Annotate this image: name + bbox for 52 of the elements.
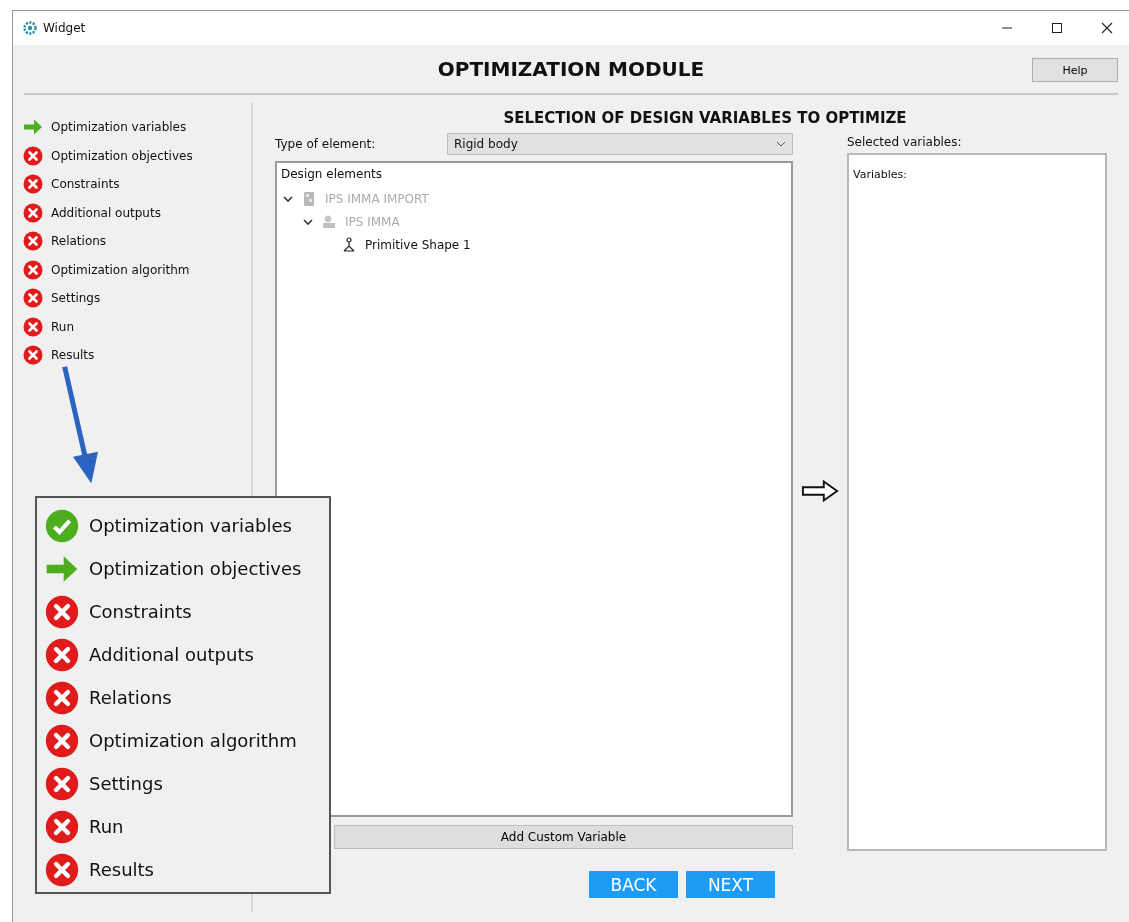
type-dropdown[interactable]: Rigid body	[447, 133, 793, 155]
error-circle-icon	[45, 594, 79, 629]
gear-icon	[23, 21, 37, 35]
close-icon[interactable]	[1101, 22, 1113, 34]
step-label: Results	[89, 859, 154, 880]
assembly-icon	[301, 190, 317, 207]
selected-variables-label: Selected variables:	[847, 134, 963, 151]
type-label: Type of element:	[275, 137, 377, 151]
step-label: Additional outputs	[89, 644, 254, 665]
step-label: Optimization objectives	[89, 558, 302, 579]
error-circle-icon	[23, 145, 43, 166]
arrow-right-icon[interactable]	[801, 479, 839, 503]
step-label[interactable]: Settings	[51, 291, 101, 306]
caret-icon	[776, 141, 786, 147]
error-circle-icon	[23, 259, 43, 280]
step-label[interactable]: Optimization variables	[51, 120, 187, 135]
step-label[interactable]: Optimization objectives	[51, 148, 193, 163]
step-label: Optimization variables	[89, 515, 292, 536]
window-title: Widget	[43, 21, 86, 35]
error-circle-icon	[45, 809, 79, 844]
step-label[interactable]: Results	[51, 348, 95, 363]
error-circle-icon	[45, 766, 79, 801]
group-icon	[321, 213, 337, 230]
section-heading: SELECTION OF DESIGN VARIABLES TO OPTIMIZE	[502, 109, 908, 129]
step-label[interactable]: Constraints	[51, 177, 120, 192]
maximize-icon[interactable]	[1051, 22, 1063, 34]
error-circle-icon	[23, 345, 43, 366]
check-circle-icon	[45, 508, 79, 543]
step-label: Run	[89, 816, 124, 837]
add-custom-variable-button[interactable]: Add Custom Variable	[334, 825, 793, 849]
error-circle-icon	[23, 288, 43, 309]
step-label: Optimization algorithm	[89, 730, 297, 751]
step-label[interactable]: Run	[51, 319, 74, 334]
error-circle-icon	[23, 202, 43, 223]
shape-icon	[341, 236, 357, 253]
step-label[interactable]: Relations	[51, 234, 107, 249]
step-label[interactable]: Additional outputs	[51, 205, 161, 220]
step-label: Relations	[89, 687, 172, 708]
step-label: Constraints	[89, 601, 192, 622]
error-circle-icon	[23, 231, 43, 252]
module-title: OPTIMIZATION MODULE	[437, 57, 705, 81]
tree-header: Design elements	[280, 167, 383, 183]
step-label: Settings	[89, 773, 163, 794]
error-circle-icon	[23, 174, 43, 195]
list-header: Variables:	[853, 168, 907, 181]
error-circle-icon	[45, 680, 79, 715]
error-circle-icon	[45, 852, 79, 887]
help-button[interactable]: Help	[1032, 58, 1118, 82]
error-circle-icon	[23, 316, 43, 337]
error-circle-icon	[45, 723, 79, 758]
error-circle-icon	[45, 637, 79, 672]
step-label[interactable]: Optimization algorithm	[51, 262, 190, 277]
